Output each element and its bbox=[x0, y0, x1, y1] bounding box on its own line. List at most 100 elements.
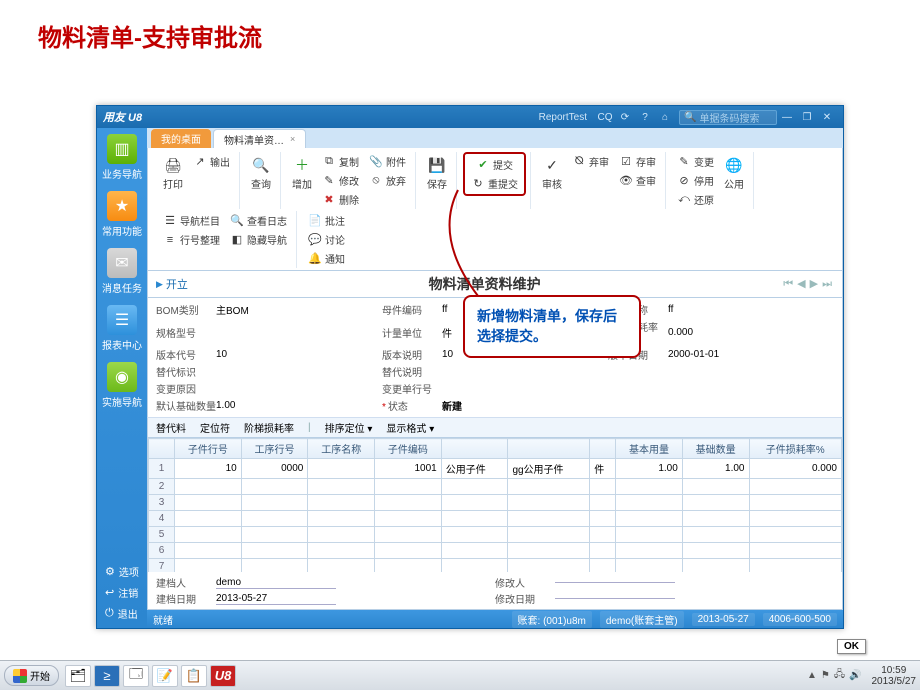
tab-desktop[interactable]: 我的桌面 bbox=[151, 129, 211, 148]
col-blank3[interactable] bbox=[590, 439, 616, 459]
unaudit-button[interactable]: ⦰弃审 bbox=[567, 152, 614, 171]
col-baseuse[interactable]: 基本用量 bbox=[616, 439, 683, 459]
cell[interactable] bbox=[375, 559, 442, 573]
cell[interactable] bbox=[175, 527, 242, 543]
tray-clock[interactable]: 10:59 2013/5/27 bbox=[872, 665, 917, 687]
taskbar-explorer[interactable]: 🗂 bbox=[65, 665, 91, 687]
discuss-button[interactable]: 💬讨论 bbox=[303, 230, 350, 249]
output-button[interactable]: ↗输出 bbox=[188, 152, 235, 171]
tb-steploss[interactable]: 阶梯损耗率 bbox=[244, 420, 294, 435]
first-icon[interactable]: ⏮ bbox=[783, 278, 793, 290]
cell[interactable] bbox=[375, 543, 442, 559]
col-childcode[interactable]: 子件编码 bbox=[375, 439, 442, 459]
cell[interactable] bbox=[441, 511, 508, 527]
val-parentcode[interactable]: ff bbox=[442, 304, 447, 315]
cell[interactable] bbox=[241, 511, 308, 527]
cell[interactable] bbox=[241, 559, 308, 573]
cell[interactable] bbox=[682, 527, 749, 543]
batch-button[interactable]: 📄批注 bbox=[303, 211, 350, 230]
copy-button[interactable]: ⧉复制 bbox=[317, 152, 364, 171]
start-button[interactable]: 开始 bbox=[4, 665, 59, 686]
col-oprow[interactable]: 工序行号 bbox=[241, 439, 308, 459]
val-lossrate[interactable]: 0.000 bbox=[668, 327, 693, 338]
restore-button[interactable]: ⤺还原 bbox=[672, 190, 719, 209]
val-baseqty[interactable]: 1.00 bbox=[216, 400, 235, 411]
sidebar-item-impl[interactable]: ◉实施导航 bbox=[101, 362, 143, 409]
query-button[interactable]: 🔍查询 bbox=[246, 152, 276, 194]
submit-button[interactable]: ✔提交 bbox=[466, 155, 523, 174]
taskbar-app2[interactable]: 📋 bbox=[181, 665, 207, 687]
cell[interactable] bbox=[508, 559, 590, 573]
cell[interactable]: 1.00 bbox=[682, 459, 749, 479]
delete-button[interactable]: ✖删除 bbox=[317, 190, 364, 209]
open-status[interactable]: 开立 bbox=[156, 276, 188, 292]
taskbar-powershell[interactable]: ≥ bbox=[94, 665, 120, 687]
tb-display[interactable]: 显示格式 ▾ bbox=[386, 420, 434, 435]
cell[interactable]: 1.00 bbox=[616, 459, 683, 479]
cell[interactable] bbox=[241, 495, 308, 511]
val-uom[interactable]: 件 bbox=[442, 325, 452, 340]
public-button[interactable]: 🌐公用 bbox=[719, 152, 749, 194]
cell[interactable]: 10 bbox=[175, 459, 242, 479]
cell[interactable]: 0.000 bbox=[749, 459, 842, 479]
save-button[interactable]: 💾保存 bbox=[422, 152, 452, 194]
cell[interactable] bbox=[508, 511, 590, 527]
cell[interactable] bbox=[508, 543, 590, 559]
cell[interactable] bbox=[375, 511, 442, 527]
cell[interactable] bbox=[508, 527, 590, 543]
val-ver[interactable]: 10 bbox=[216, 349, 227, 360]
cell[interactable] bbox=[616, 511, 683, 527]
navbar-button[interactable]: ☰导航栏目 bbox=[158, 211, 225, 230]
tray-arrow-icon[interactable]: ▲ bbox=[807, 670, 817, 681]
cell[interactable] bbox=[441, 543, 508, 559]
cell[interactable]: 公用子件 bbox=[441, 459, 508, 479]
cell[interactable] bbox=[590, 559, 616, 573]
val-verdesc[interactable]: 10 bbox=[442, 349, 453, 360]
cell[interactable] bbox=[616, 527, 683, 543]
cell[interactable] bbox=[590, 511, 616, 527]
attach-button[interactable]: 📎附件 bbox=[364, 152, 411, 171]
cell[interactable] bbox=[175, 479, 242, 495]
cell[interactable] bbox=[749, 559, 842, 573]
cell[interactable] bbox=[175, 543, 242, 559]
col-blank2[interactable] bbox=[508, 439, 590, 459]
audit-button[interactable]: ✓审核 bbox=[537, 152, 567, 194]
review-button[interactable]: 👁查审 bbox=[614, 171, 661, 190]
cell[interactable] bbox=[241, 543, 308, 559]
last-icon[interactable]: ⏭ bbox=[822, 278, 832, 290]
tray-flag-icon[interactable]: ⚑ bbox=[821, 670, 830, 681]
tb-loc[interactable]: 定位符 bbox=[200, 420, 230, 435]
edit-button[interactable]: ✎修改 bbox=[317, 171, 364, 190]
change-button[interactable]: ✎变更 bbox=[672, 152, 719, 171]
tb-sort[interactable]: 排序定位 ▾ bbox=[325, 420, 373, 435]
cell[interactable] bbox=[508, 479, 590, 495]
val-bomtype[interactable]: 主BOM bbox=[216, 302, 249, 317]
row-num[interactable]: 2 bbox=[149, 479, 175, 495]
cell[interactable]: gg公用子件 bbox=[508, 459, 590, 479]
val-parentname[interactable]: ff bbox=[668, 304, 673, 315]
notify-button[interactable]: 🔔通知 bbox=[303, 249, 350, 268]
arch-button[interactable]: ☑存审 bbox=[614, 152, 661, 171]
logout-link[interactable]: ↩注销 bbox=[97, 582, 147, 603]
cell[interactable] bbox=[241, 527, 308, 543]
cell[interactable] bbox=[308, 459, 375, 479]
cell[interactable] bbox=[749, 479, 842, 495]
col-rownum[interactable] bbox=[149, 439, 175, 459]
disable-button[interactable]: ⊘停用 bbox=[672, 171, 719, 190]
close-icon[interactable]: ✕ bbox=[820, 110, 834, 124]
col-childloss[interactable]: 子件损耗率% bbox=[749, 439, 842, 459]
tray-sound-icon[interactable]: 🔊 bbox=[849, 670, 861, 681]
cell[interactable]: 0000 bbox=[241, 459, 308, 479]
col-childrow[interactable]: 子件行号 bbox=[175, 439, 242, 459]
cell[interactable] bbox=[308, 495, 375, 511]
cell[interactable] bbox=[749, 495, 842, 511]
cell[interactable] bbox=[616, 495, 683, 511]
row-num[interactable]: 1 bbox=[149, 459, 175, 479]
cell[interactable] bbox=[375, 527, 442, 543]
cell[interactable] bbox=[241, 479, 308, 495]
cell[interactable] bbox=[590, 527, 616, 543]
help-icon[interactable]: ? bbox=[638, 110, 652, 124]
sidebar-item-biz[interactable]: ▥业务导航 bbox=[101, 134, 143, 181]
row-num[interactable]: 6 bbox=[149, 543, 175, 559]
col-blank1[interactable] bbox=[441, 439, 508, 459]
